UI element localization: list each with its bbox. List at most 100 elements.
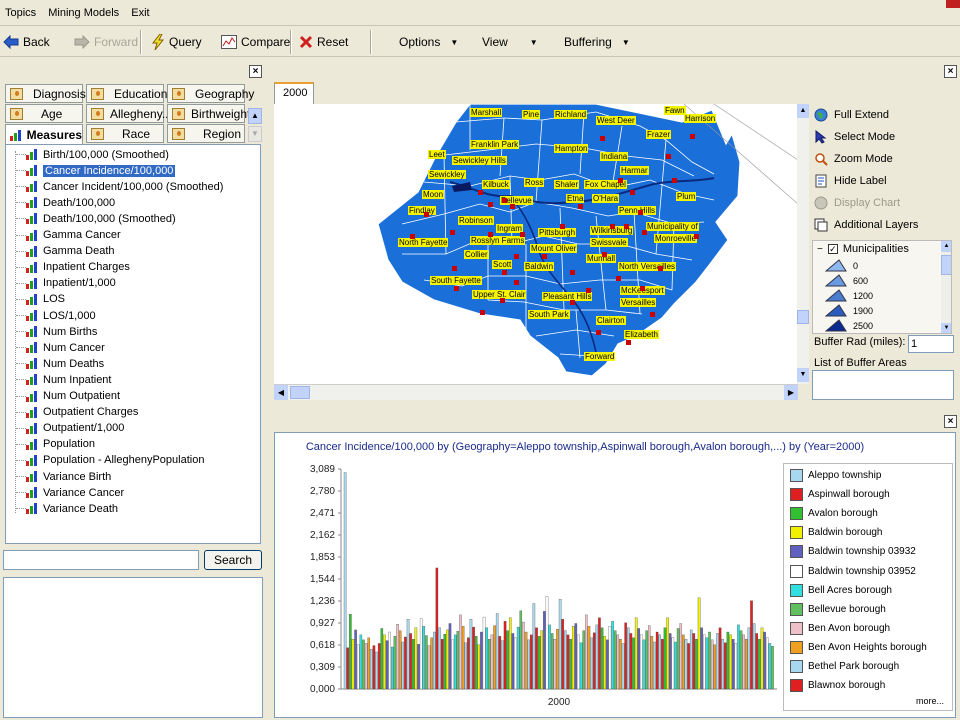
collapse-minus-icon[interactable]: − <box>817 244 823 255</box>
measure-item[interactable]: Outpatient/1,000 <box>10 421 124 436</box>
select-mode-tool[interactable]: Select Mode <box>814 127 895 147</box>
left-panel-close-button[interactable]: × <box>249 65 262 78</box>
map-point-marker[interactable] <box>616 276 621 281</box>
tab-diagnosis[interactable]: Diagnosis <box>5 84 86 103</box>
buffer-areas-list[interactable] <box>812 370 954 400</box>
tab-education[interactable]: Education <box>86 84 167 103</box>
map-point-marker[interactable] <box>480 310 485 315</box>
menu-topics[interactable]: Topics <box>0 0 40 19</box>
back-button[interactable]: Back <box>3 31 50 53</box>
chevron-up-icon[interactable]: ▲ <box>941 241 951 252</box>
measure-item[interactable]: LOS/1,000 <box>10 308 96 323</box>
map-point-marker[interactable] <box>514 280 519 285</box>
map-point-marker[interactable] <box>694 234 699 239</box>
map-point-marker[interactable] <box>650 312 655 317</box>
hide-label-tool[interactable]: Hide Label <box>814 171 887 191</box>
map-point-marker[interactable] <box>450 230 455 235</box>
map-point-marker[interactable] <box>624 224 629 229</box>
map-point-marker[interactable] <box>502 198 507 203</box>
compare-button[interactable]: Compare <box>221 31 290 53</box>
scroll-thumb[interactable] <box>290 386 310 399</box>
map-point-marker[interactable] <box>640 286 645 291</box>
map-point-marker[interactable] <box>488 232 493 237</box>
scroll-thumb[interactable] <box>797 310 809 324</box>
measure-item[interactable]: Gamma Cancer <box>10 228 121 243</box>
map-point-marker[interactable] <box>638 210 643 215</box>
map-point-marker[interactable] <box>488 202 493 207</box>
measure-item[interactable]: Cancer Incidence/100,000 <box>10 163 176 178</box>
measure-item[interactable]: Population <box>10 437 95 452</box>
tab-geography[interactable]: Geography <box>167 84 254 103</box>
map-point-marker[interactable] <box>502 270 507 275</box>
reset-button[interactable]: Reset <box>299 31 348 53</box>
map-point-marker[interactable] <box>542 254 547 259</box>
menu-mining-models[interactable]: Mining Models <box>43 0 123 19</box>
tab-scroll-up-button[interactable]: ▲ <box>248 108 262 124</box>
full-extend-tool[interactable]: Full Extend <box>814 105 889 125</box>
map-point-marker[interactable] <box>520 232 525 237</box>
view-dropdown[interactable]: View ▼ <box>482 31 538 53</box>
map-point-marker[interactable] <box>672 178 677 183</box>
map-point-marker[interactable] <box>666 154 671 159</box>
buffer-radius-input[interactable] <box>908 335 954 353</box>
legend-more-link[interactable]: more... <box>916 696 944 706</box>
chevron-right-icon[interactable]: ▶ <box>784 385 798 400</box>
map-point-marker[interactable] <box>602 252 607 257</box>
map-point-marker[interactable] <box>658 266 663 271</box>
measure-item[interactable]: Death/100,000 <box>10 195 115 210</box>
map-point-marker[interactable] <box>600 136 605 141</box>
measure-item[interactable]: Death/100,000 (Smoothed) <box>10 211 176 226</box>
map-panel-close-button[interactable]: × <box>944 65 957 78</box>
query-button[interactable]: Query <box>151 31 202 53</box>
forward-button[interactable]: Forward <box>74 31 138 53</box>
tab-age[interactable]: Age <box>5 104 83 123</box>
map-point-marker[interactable] <box>424 212 429 217</box>
map-point-marker[interactable] <box>514 254 519 259</box>
measure-item[interactable]: Num Births <box>10 324 97 339</box>
map-point-marker[interactable] <box>630 190 635 195</box>
tab-birthweight[interactable]: Birthweight <box>167 104 250 123</box>
chevron-down-icon[interactable]: ▼ <box>797 368 809 382</box>
map-point-marker[interactable] <box>452 266 457 271</box>
map-point-marker[interactable] <box>690 134 695 139</box>
measure-item[interactable]: Num Deaths <box>10 356 104 371</box>
map-point-marker[interactable] <box>618 178 623 183</box>
options-dropdown[interactable]: Options ▼ <box>399 31 458 53</box>
map-horizontal-scrollbar[interactable]: ◀ ▶ <box>274 384 798 400</box>
measure-item[interactable]: Birth/100,000 (Smoothed) <box>10 147 169 162</box>
display-chart-tool[interactable]: Display Chart <box>814 193 900 213</box>
map-point-marker[interactable] <box>578 204 583 209</box>
map-point-marker[interactable] <box>478 190 483 195</box>
measure-item[interactable]: Population - AlleghenyPopulation <box>10 453 204 468</box>
tab-race[interactable]: Race <box>86 124 164 143</box>
map-point-marker[interactable] <box>586 288 591 293</box>
tab-region[interactable]: Region <box>167 124 245 143</box>
chevron-left-icon[interactable]: ◀ <box>274 385 288 400</box>
map-point-marker[interactable] <box>510 204 515 209</box>
map-point-marker[interactable] <box>596 330 601 335</box>
map-point-marker[interactable] <box>610 224 615 229</box>
tab-allegheny[interactable]: Allegheny... <box>86 104 172 123</box>
map-vertical-scrollbar[interactable]: ▲ ▼ <box>797 104 809 384</box>
tab-scroll-down-button[interactable]: ▼ <box>248 126 262 142</box>
scroll-thumb[interactable] <box>941 255 951 275</box>
zoom-mode-tool[interactable]: Zoom Mode <box>814 149 893 169</box>
buffering-dropdown[interactable]: Buffering ▼ <box>564 31 630 53</box>
measure-item[interactable]: Num Outpatient <box>10 389 120 404</box>
map-point-marker[interactable] <box>570 300 575 305</box>
measure-item[interactable]: Num Inpatient <box>10 372 111 387</box>
map-point-marker[interactable] <box>560 224 565 229</box>
menu-exit[interactable]: Exit <box>126 0 153 19</box>
chevron-down-icon[interactable]: ▼ <box>941 323 951 333</box>
map-canvas[interactable]: Marshall Pine Richland Fawn Harrison West Dee… <box>274 104 798 384</box>
measure-item[interactable]: Variance Birth <box>10 469 111 484</box>
map-point-marker[interactable] <box>500 298 505 303</box>
layer-checkbox[interactable]: ✓ <box>827 244 838 254</box>
measure-item[interactable]: Num Cancer <box>10 340 105 355</box>
map-point-marker[interactable] <box>454 286 459 291</box>
chart-panel-close-button[interactable]: × <box>944 415 957 428</box>
measure-item[interactable]: Inpatient Charges <box>10 260 130 275</box>
legend-scrollbar[interactable]: ▲ ▼ <box>941 241 951 333</box>
measure-item[interactable]: LOS <box>10 292 65 307</box>
map-point-marker[interactable] <box>570 270 575 275</box>
